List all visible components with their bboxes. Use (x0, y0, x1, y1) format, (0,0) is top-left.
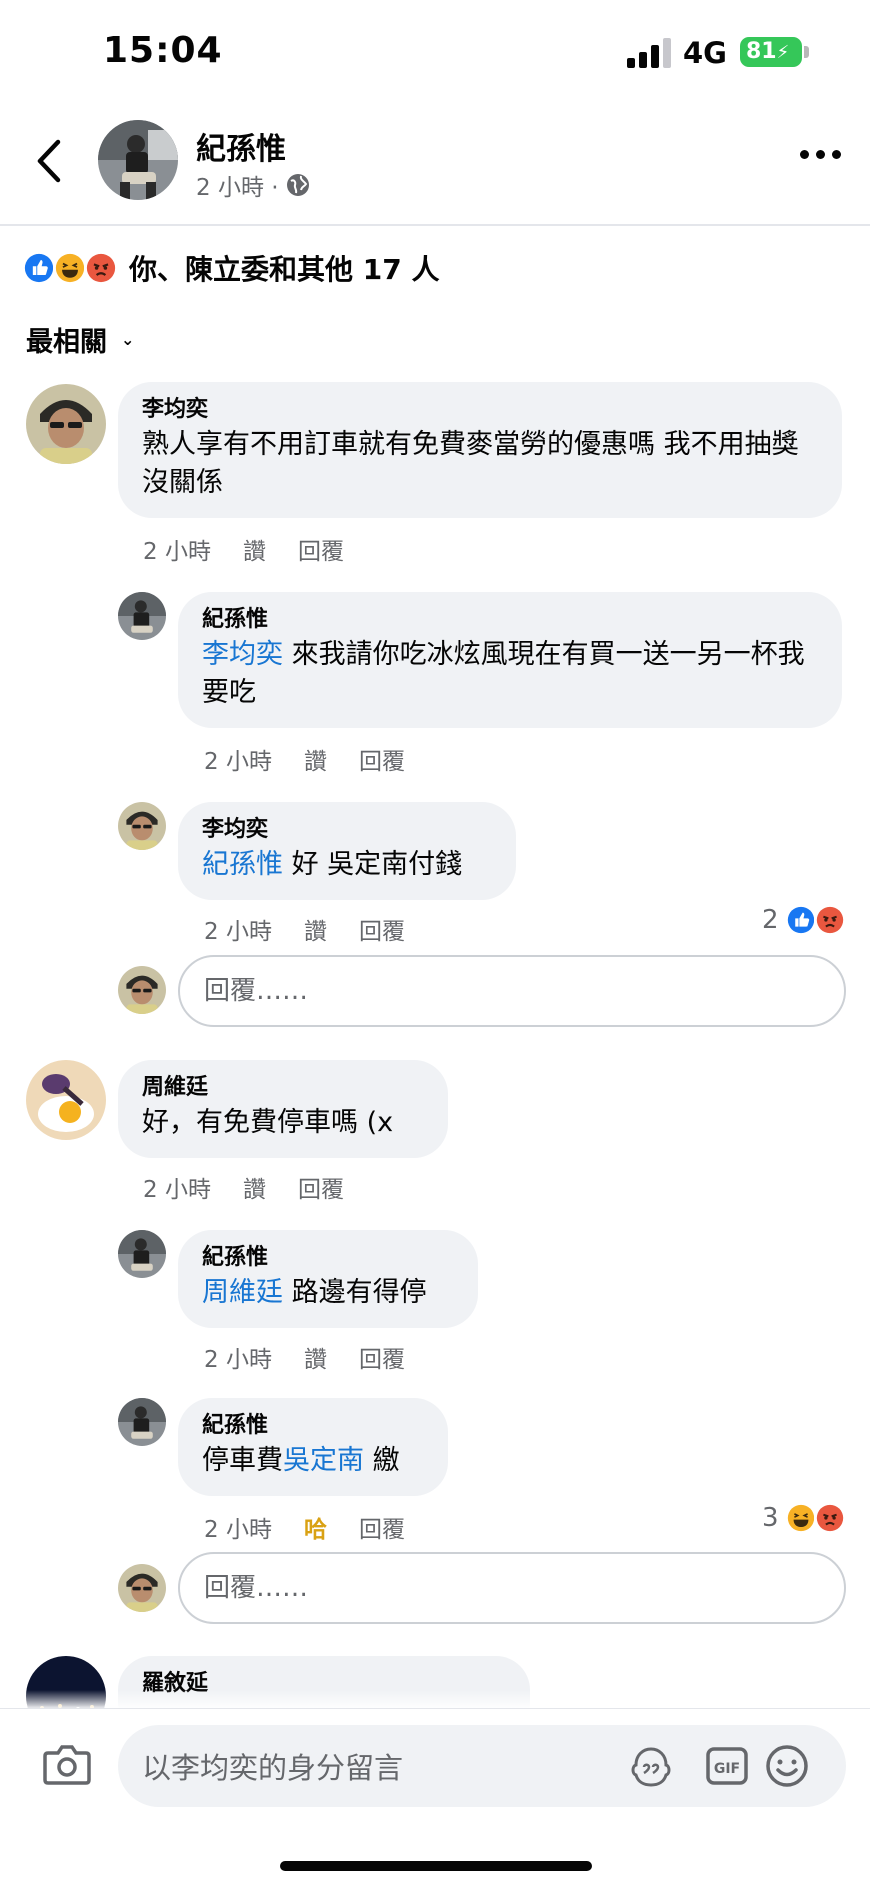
reactions-summary-text: 你、陳立委和其他 17 人 (129, 253, 440, 286)
comment-actions: 2 小時 讚 回覆 (204, 1340, 405, 1374)
comment-bubble: 李均奕 熟人享有不用訂車就有免費麥當勞的優惠嗎 我不用抽獎沒關係 (118, 382, 842, 518)
comment-actions: 2 小時 哈 回覆 (204, 1510, 405, 1544)
comment-actions: 2 小時 讚 回覆 (204, 912, 405, 946)
network-label: 4G (683, 36, 727, 70)
comment-time: 2 小時 (204, 1347, 272, 1373)
comment-bubble: 紀孫惟 停車費吳定南 繳 (178, 1398, 448, 1496)
comment-bubble: 李均奕 紀孫惟 好 吳定南付錢 (178, 802, 516, 900)
like-icon (784, 904, 817, 936)
comment-text: 紀孫惟 好 吳定南付錢 (202, 849, 463, 880)
reply-button[interactable]: 回覆 (298, 1170, 344, 1204)
avatar (118, 1564, 166, 1612)
comment-time: 2 小時 (143, 539, 211, 565)
reactions-summary[interactable]: 你、陳立委和其他 17 人 (22, 248, 439, 288)
comment-input-placeholder: 以李均奕的身分留言 (142, 1751, 404, 1785)
haha-reaction-button[interactable]: 哈 (304, 1510, 327, 1544)
reply-button[interactable]: 回覆 (359, 1510, 405, 1544)
scroll-fade (0, 1690, 870, 1710)
gif-icon[interactable]: GIF (704, 1743, 750, 1789)
reply-input[interactable]: 回覆…… (178, 955, 846, 1027)
mention-link[interactable]: 李均奕 (202, 639, 283, 670)
like-button[interactable]: 讚 (243, 532, 266, 566)
comment-time: 2 小時 (143, 1177, 211, 1203)
battery-indicator: 81⚡ (740, 37, 802, 67)
comment-text: 李均奕 來我請你吃冰炫風現在有買一送一另一杯我要吃 (202, 639, 805, 708)
post-header: 紀孫惟 2 小時 · (0, 100, 870, 226)
globe-icon (286, 174, 309, 196)
comment-bubble: 周維廷 好，有免費停車嗎 (x (118, 1060, 448, 1158)
avatar (118, 966, 166, 1014)
reply-button[interactable]: 回覆 (298, 532, 344, 566)
signal-icon (627, 38, 671, 68)
comment-time: 2 小時 (204, 749, 272, 775)
reaction-count: 2 (762, 905, 779, 935)
reply-button[interactable]: 回覆 (359, 742, 405, 776)
comment-text: 停車費吳定南 繳 (202, 1445, 400, 1476)
comment-actions: 2 小時 讚 回覆 (143, 532, 344, 566)
emoji-icon[interactable] (764, 1743, 810, 1789)
like-button[interactable]: 讚 (304, 1340, 327, 1374)
camera-icon[interactable] (42, 1739, 92, 1789)
avatar[interactable] (118, 592, 166, 640)
avatar[interactable] (26, 384, 106, 464)
status-bar: 15:04 4G 81⚡ (0, 0, 870, 100)
comment-author[interactable]: 李均奕 (202, 816, 492, 844)
comment-time: 2 小時 (204, 1517, 272, 1543)
comment-text: 熟人享有不用訂車就有免費麥當勞的優惠嗎 我不用抽獎沒關係 (142, 429, 799, 498)
mention-link[interactable]: 紀孫惟 (202, 849, 283, 880)
reply-button[interactable]: 回覆 (359, 1340, 405, 1374)
avatar[interactable] (118, 1398, 166, 1446)
comment-bubble: 紀孫惟 李均奕 來我請你吃冰炫風現在有買一送一另一杯我要吃 (178, 592, 842, 728)
comment-author[interactable]: 紀孫惟 (202, 1244, 454, 1272)
comment-text: 周維廷 路邊有得停 (202, 1277, 427, 1308)
comment-reaction-count[interactable]: 3 (762, 1502, 846, 1534)
comment-time: 2 小時 (204, 919, 272, 945)
battery-nub (804, 46, 809, 58)
like-icon (22, 251, 56, 285)
back-icon[interactable] (30, 136, 66, 186)
angry-icon (84, 251, 118, 285)
chevron-down-icon: ⌄ (121, 330, 135, 349)
comment-input[interactable]: 以李均奕的身分留言 GIF (118, 1725, 846, 1807)
post-meta: 2 小時 · (196, 168, 311, 202)
like-button[interactable]: 讚 (243, 1170, 266, 1204)
comment-author[interactable]: 紀孫惟 (202, 1412, 424, 1440)
comment-reaction-count[interactable]: 2 (762, 904, 846, 936)
avatar[interactable] (118, 1230, 166, 1278)
comment-author[interactable]: 周維廷 (142, 1074, 424, 1102)
mention-link[interactable]: 吳定南 (283, 1445, 364, 1476)
status-time: 15:04 (103, 30, 223, 71)
haha-icon (784, 1502, 817, 1534)
mention-link[interactable]: 周維廷 (202, 1277, 283, 1308)
more-icon[interactable] (800, 150, 841, 159)
angry-icon (813, 1502, 846, 1534)
comment-author[interactable]: 李均奕 (142, 396, 818, 424)
avatar-sticker-icon[interactable] (628, 1743, 674, 1789)
angry-icon (813, 904, 846, 936)
sort-label: 最相關 (26, 327, 107, 358)
sort-dropdown[interactable]: 最相關 ⌄ (26, 320, 134, 359)
battery-level: 81 (746, 39, 777, 64)
haha-icon (53, 251, 87, 285)
like-button[interactable]: 讚 (304, 912, 327, 946)
post-time: 2 小時 · (196, 175, 279, 201)
comment-bubble: 紀孫惟 周維廷 路邊有得停 (178, 1230, 478, 1328)
reaction-count: 3 (762, 1503, 779, 1533)
avatar[interactable] (26, 1060, 106, 1140)
comment-author[interactable]: 紀孫惟 (202, 606, 818, 634)
reply-input[interactable]: 回覆…… (178, 1552, 846, 1624)
comment-composer-bar: 以李均奕的身分留言 GIF (0, 1708, 870, 1882)
home-indicator (280, 1861, 592, 1871)
comment-actions: 2 小時 讚 回覆 (143, 1170, 344, 1204)
comment-text: 好，有免費停車嗎 (x (142, 1107, 394, 1138)
avatar[interactable] (118, 802, 166, 850)
comment-actions: 2 小時 讚 回覆 (204, 742, 405, 776)
charging-icon: ⚡ (776, 42, 790, 63)
author-name[interactable]: 紀孫惟 (196, 124, 286, 168)
svg-text:GIF: GIF (714, 1761, 740, 1777)
reply-button[interactable]: 回覆 (359, 912, 405, 946)
author-avatar[interactable] (98, 120, 178, 200)
like-button[interactable]: 讚 (304, 742, 327, 776)
